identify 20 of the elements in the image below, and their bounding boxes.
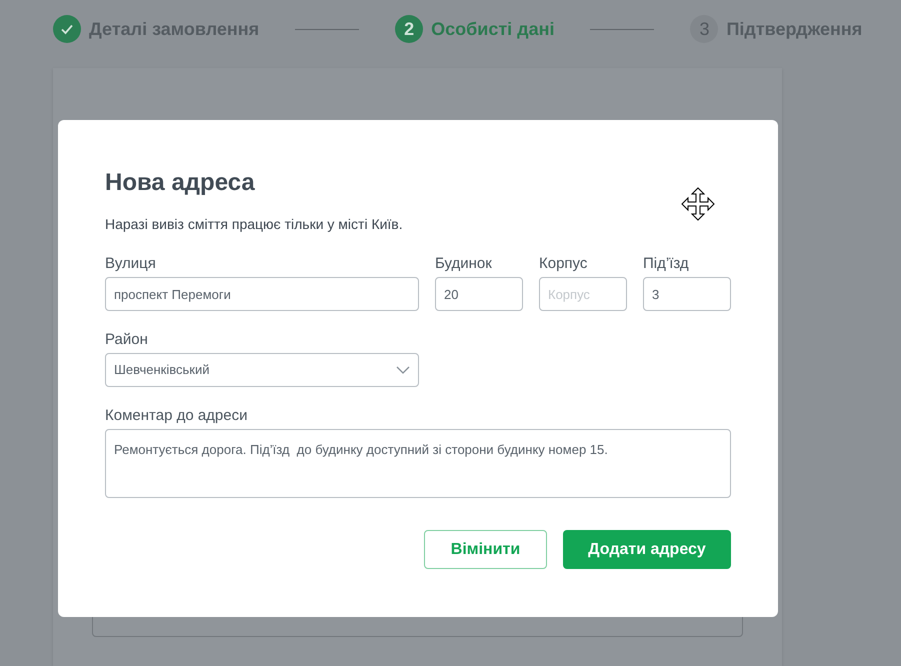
- add-address-button[interactable]: Додати адресу: [563, 530, 731, 569]
- step-number: 2: [395, 15, 424, 43]
- field-label: Корпус: [539, 255, 588, 273]
- chevron-down-icon: [396, 366, 410, 374]
- field-label: Коментар до адреси: [105, 407, 248, 425]
- field-label: Район: [105, 331, 149, 349]
- input-field[interactable]: 3: [643, 277, 731, 311]
- info-text: Наразі вивіз сміття працює тільки у місті Київ.: [105, 215, 404, 234]
- input-field[interactable]: 20: [435, 277, 523, 311]
- comment-field[interactable]: Ремонтується дорога. Під’їзд до будинку доступний зі сторони будинку номер 15.: [105, 429, 731, 498]
- input-field[interactable]: Корпус: [539, 277, 627, 311]
- dialog-title: Нова адреса: [105, 168, 256, 198]
- field-label: Вулиця: [105, 255, 157, 273]
- step-label: Особисті дані: [431, 18, 554, 41]
- field-label: Під’їзд: [643, 255, 690, 273]
- cancel-button[interactable]: Вімінити: [424, 530, 547, 569]
- input-field[interactable]: проспект Перемоги: [105, 277, 419, 311]
- field-label: Будинок: [435, 255, 493, 273]
- district-dropdown[interactable]: Шевченківський: [105, 353, 419, 387]
- move-cursor-icon: [681, 187, 715, 221]
